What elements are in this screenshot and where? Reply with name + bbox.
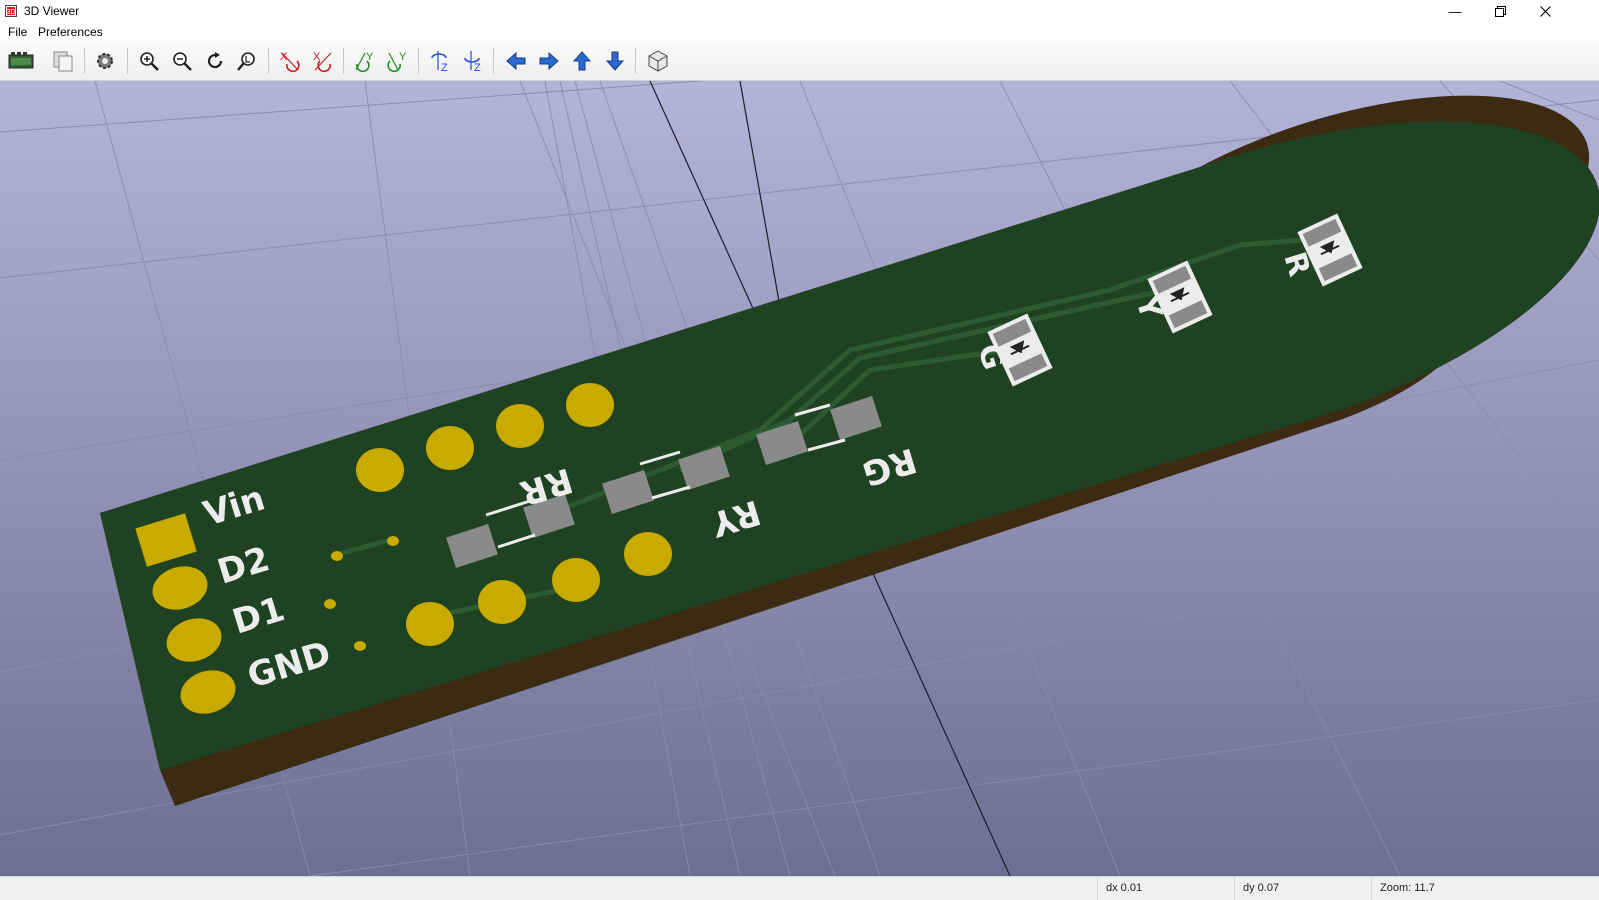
zoom-auto-button[interactable]: [235, 48, 261, 74]
restore-icon: [1494, 5, 1506, 17]
redraw-button[interactable]: [202, 48, 228, 74]
toolbar-separator: [635, 48, 636, 74]
rotate-z-ccw-icon: Z: [464, 51, 481, 73]
redraw-icon: [207, 52, 223, 69]
rotate-x-ccw-button[interactable]: X: [310, 48, 336, 74]
toolbar-separator: [418, 48, 419, 74]
svg-text:Y: Y: [399, 51, 407, 63]
app-icon: 3D: [5, 5, 17, 17]
title-bar: 3D 3D Viewer —: [0, 0, 1599, 22]
close-icon: [1539, 5, 1551, 17]
move-down-button[interactable]: [602, 48, 628, 74]
svg-text:X: X: [280, 51, 288, 63]
rotate-x-ccw-icon: X: [313, 51, 332, 73]
via: [387, 536, 399, 546]
menu-bar: File Preferences: [0, 22, 1599, 42]
svg-text:3D: 3D: [7, 9, 16, 16]
pad-header-7: [552, 558, 600, 602]
minimize-icon: —: [1448, 3, 1462, 19]
move-left-icon: [506, 51, 526, 71]
rotate-y-ccw-button[interactable]: Y: [385, 48, 411, 74]
rotate-z-ccw-button[interactable]: Z: [460, 48, 486, 74]
via: [331, 551, 343, 561]
copy-to-clipboard-icon: [53, 51, 73, 72]
menu-preferences[interactable]: Preferences: [38, 25, 103, 39]
status-dx: dx 0.01: [1097, 877, 1233, 900]
rotate-z-cw-icon: Z: [431, 51, 448, 73]
rotate-x-cw-icon: X: [280, 51, 300, 73]
move-left-button[interactable]: [503, 48, 529, 74]
move-right-button[interactable]: [536, 48, 562, 74]
rotate-y-cw-button[interactable]: Y: [352, 48, 378, 74]
toolbar-separator: [127, 48, 128, 74]
minimize-button[interactable]: —: [1432, 0, 1478, 22]
ortho-view-button[interactable]: [645, 48, 671, 74]
toolbar-separator: [268, 48, 269, 74]
zoom-in-button[interactable]: [136, 48, 162, 74]
zoom-in-icon: [140, 52, 159, 71]
svg-text:Z: Z: [474, 62, 481, 73]
pad-header-2: [426, 426, 474, 470]
zoom-out-button[interactable]: [169, 48, 195, 74]
close-button[interactable]: [1522, 0, 1568, 22]
via: [324, 599, 336, 609]
via: [354, 641, 366, 651]
rotate-y-cw-icon: Y: [355, 51, 374, 73]
toolbar-separator: [343, 48, 344, 74]
ortho-view-icon: [648, 50, 668, 72]
3d-scene[interactable]: Vin D2 D1 GND RR RY RG G Y R: [0, 81, 1599, 876]
render-raytracing-icon: [8, 52, 34, 69]
rotate-y-ccw-icon: Y: [387, 51, 407, 73]
rotate-x-cw-button[interactable]: X: [277, 48, 303, 74]
move-right-icon: [539, 51, 559, 71]
window-title: 3D Viewer: [24, 4, 80, 18]
menu-file[interactable]: File: [8, 25, 27, 39]
pad-header-8: [624, 532, 672, 576]
3d-viewport[interactable]: Vin D2 D1 GND RR RY RG G Y R: [0, 81, 1599, 876]
rotate-z-cw-button[interactable]: Z: [427, 48, 453, 74]
move-up-icon: [572, 51, 592, 71]
status-bar: dx 0.01 dy 0.07 Zoom: 11.7: [0, 876, 1599, 900]
display-options-button[interactable]: [92, 48, 118, 74]
render-raytracing-button[interactable]: [8, 48, 34, 74]
zoom-auto-icon: [237, 52, 255, 71]
toolbar-separator: [493, 48, 494, 74]
move-up-button[interactable]: [569, 48, 595, 74]
display-options-icon: [97, 53, 113, 69]
pad-header-5: [406, 602, 454, 646]
pad-header-1: [356, 448, 404, 492]
toolbar: X X Y Y Z Z: [0, 42, 1599, 81]
pad-header-3: [496, 404, 544, 448]
restore-button[interactable]: [1477, 0, 1523, 22]
copy-to-clipboard-button[interactable]: [50, 48, 76, 74]
toolbar-separator: [84, 48, 85, 74]
pad-header-4: [566, 383, 614, 427]
svg-text:Z: Z: [441, 62, 448, 73]
status-dy: dy 0.07: [1234, 877, 1370, 900]
status-zoom: Zoom: 11.7: [1371, 877, 1580, 900]
move-down-icon: [605, 51, 625, 71]
pad-header-6: [478, 580, 526, 624]
zoom-out-icon: [173, 52, 192, 71]
